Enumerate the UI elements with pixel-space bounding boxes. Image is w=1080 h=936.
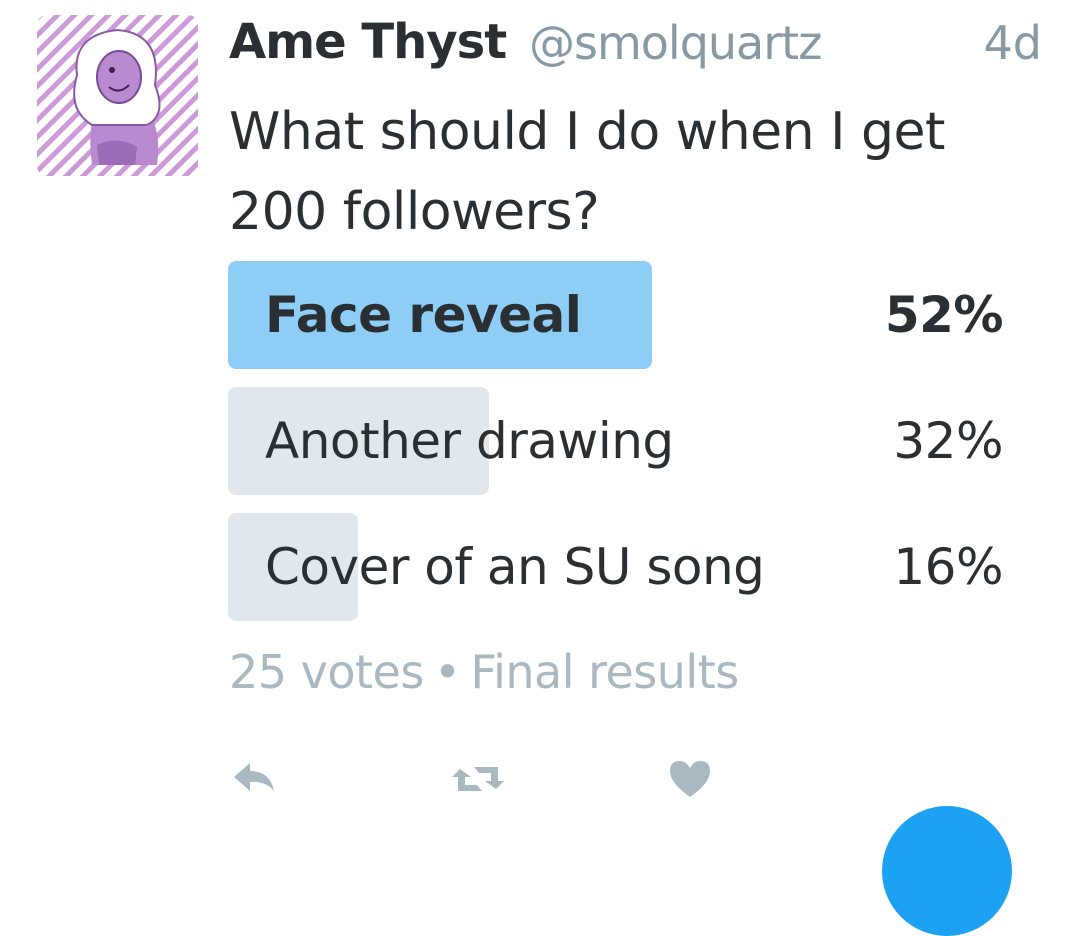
poll-status: Final results: [470, 645, 739, 699]
poll-meta: 25 votes • Final results: [229, 645, 739, 699]
poll-option-label: Cover of an SU song: [265, 538, 765, 596]
poll-option-percent: 52%: [884, 286, 1004, 344]
poll-option-percent: 32%: [893, 412, 1003, 470]
tweet-text: What should I do when I get 200 follower…: [229, 102, 945, 242]
poll-option-cover-su-song: Cover of an SU song 16%: [228, 513, 1003, 621]
timestamp[interactable]: 4d: [984, 16, 1042, 70]
poll-option-percent: 16%: [893, 538, 1003, 596]
poll-vote-count: 25 votes: [229, 645, 424, 699]
poll-option-face-reveal: Face reveal 52%: [228, 261, 1004, 369]
tweet-header: Ame Thyst @smolquartz 4d: [229, 10, 1042, 80]
reply-icon[interactable]: [230, 755, 278, 803]
compose-fab-button[interactable]: [882, 806, 1012, 936]
retweet-icon[interactable]: [450, 755, 506, 803]
user-handle[interactable]: @smolquartz: [529, 16, 822, 70]
poll-option-another-drawing: Another drawing 32%: [228, 387, 1003, 495]
poll-option-label: Another drawing: [265, 412, 674, 470]
heart-icon[interactable]: [666, 755, 714, 803]
separator-dot: •: [433, 645, 461, 699]
avatar[interactable]: [37, 15, 198, 176]
poll-option-label: Face reveal: [265, 286, 582, 344]
display-name[interactable]: Ame Thyst: [229, 14, 507, 70]
